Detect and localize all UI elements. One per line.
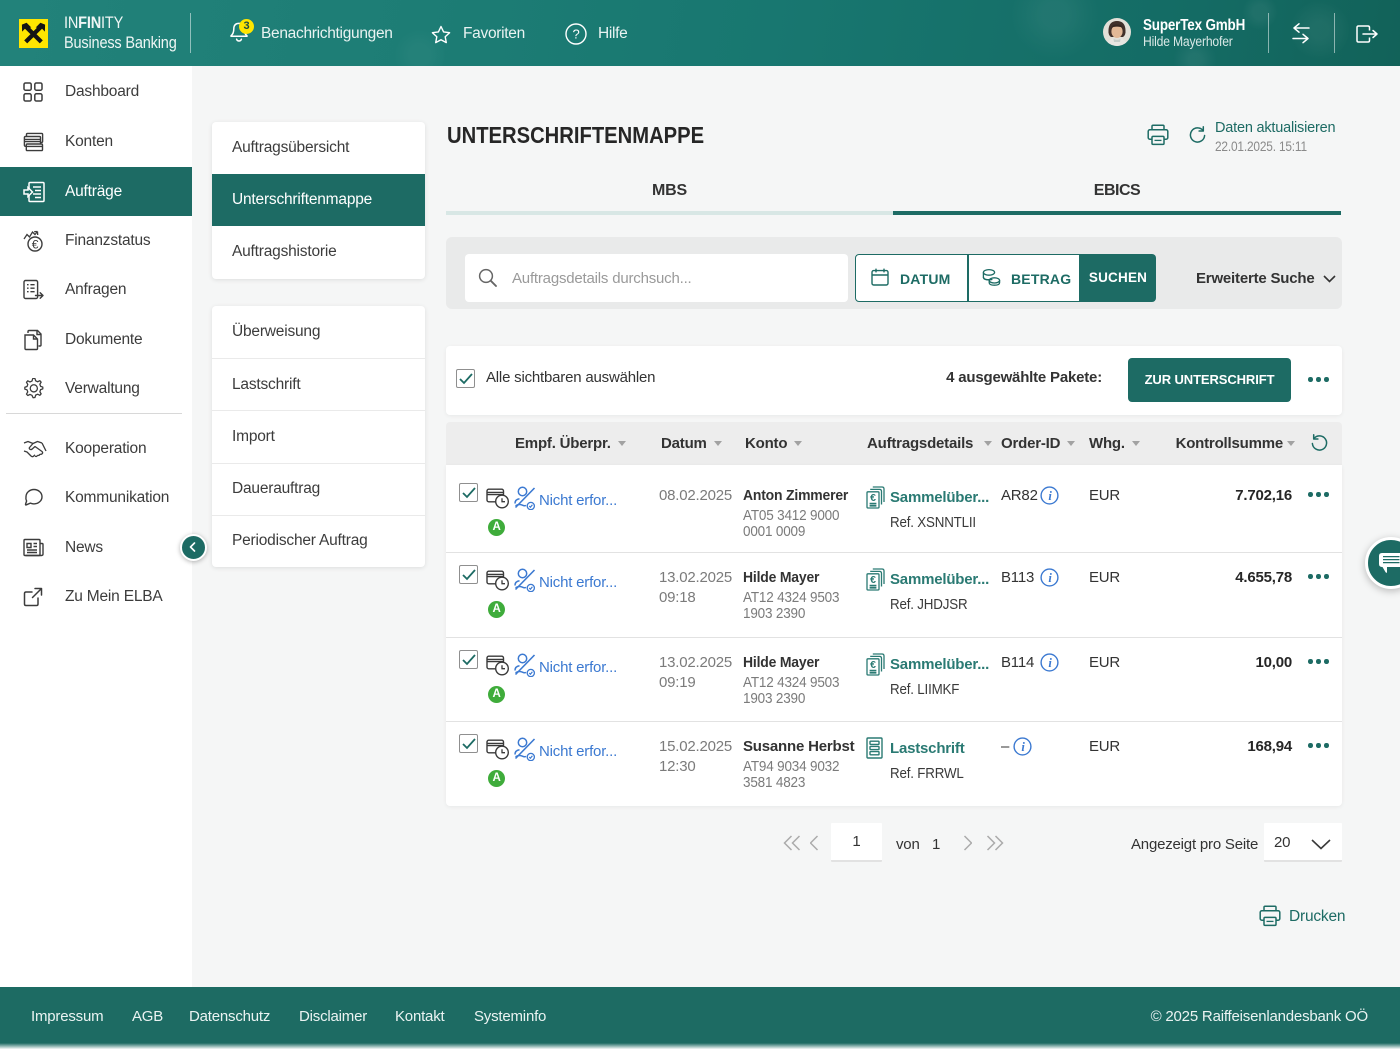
- svg-text:€: €: [870, 492, 876, 504]
- svg-text:€: €: [870, 574, 876, 586]
- svg-text:€: €: [870, 659, 876, 671]
- svg-text:i: i: [1048, 571, 1052, 585]
- svg-text:€: €: [32, 238, 39, 252]
- svg-text:?: ?: [572, 27, 579, 42]
- svg-text:i: i: [1048, 489, 1052, 503]
- svg-text:i: i: [1021, 740, 1025, 754]
- svg-text:i: i: [1048, 656, 1052, 670]
